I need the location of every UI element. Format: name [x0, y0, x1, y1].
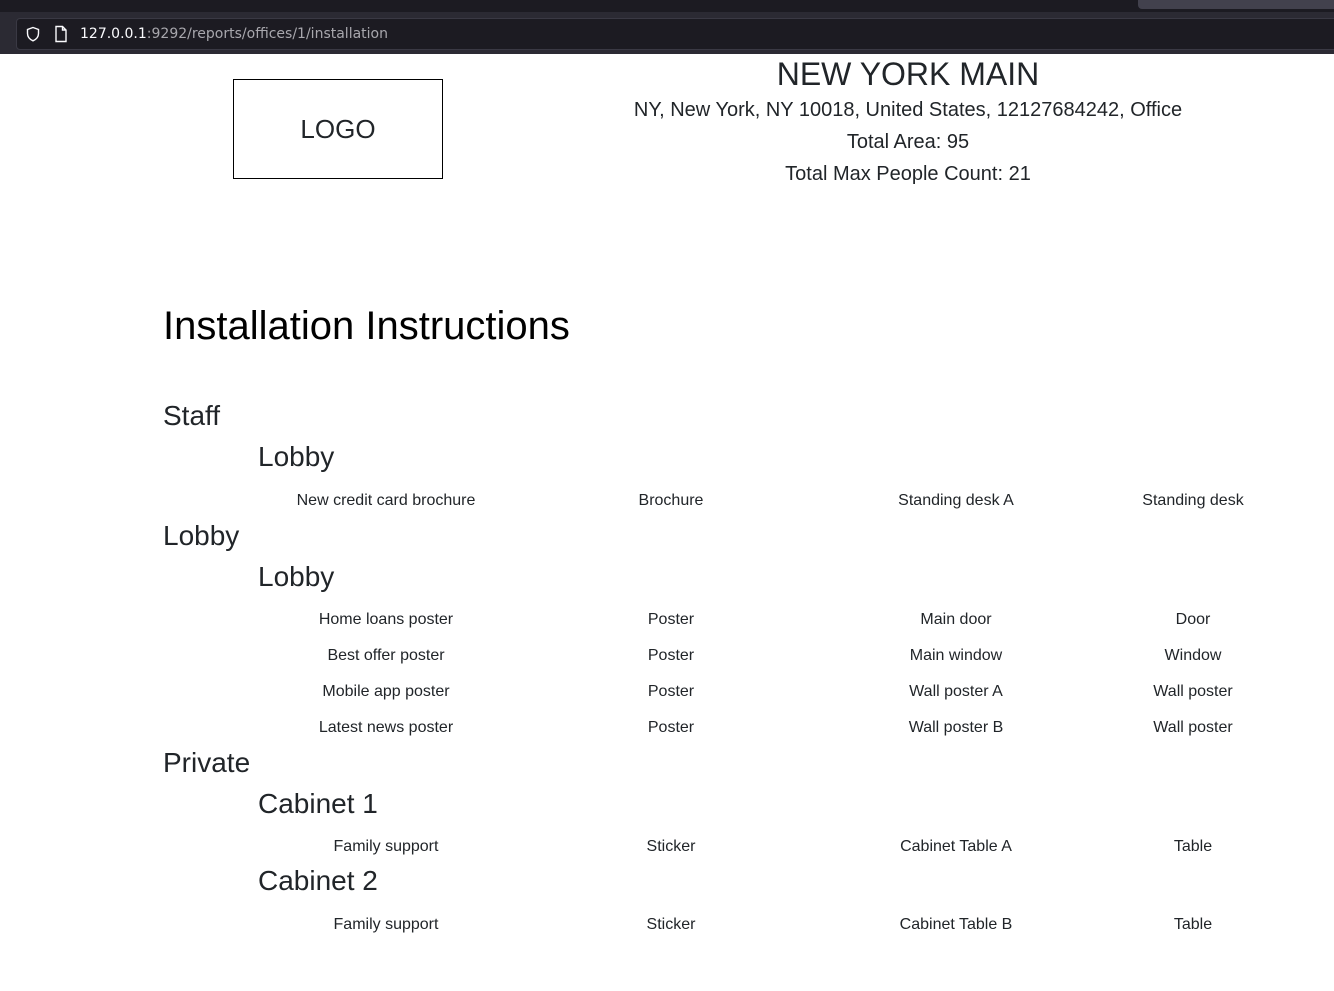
- item-location-type: Door: [1175, 611, 1211, 628]
- item-location: Wall poster B: [908, 719, 1004, 736]
- item-type: Poster: [647, 719, 695, 736]
- browser-tab[interactable]: [1138, 0, 1334, 9]
- office-info: NEW YORK MAIN NY, New York, NY 10018, Un…: [482, 54, 1334, 190]
- item-type: Sticker: [646, 916, 696, 933]
- page-icon: [55, 25, 67, 43]
- item-type: Poster: [647, 683, 695, 700]
- logo-text: LOGO: [300, 113, 376, 144]
- item-type: Brochure: [638, 492, 704, 509]
- item-location-type: Table: [1173, 916, 1213, 933]
- item-location: Standing desk A: [898, 492, 1014, 509]
- category-heading-lobby: Lobby: [163, 520, 240, 551]
- browser-titlebar: [0, 0, 1334, 12]
- total-max-people: Total Max People Count: 21: [785, 163, 1031, 185]
- item-row: Home loans poster Poster Main door Door: [0, 608, 1334, 632]
- url-text[interactable]: 127.0.0.1:9292/reports/offices/1/install…: [80, 25, 388, 43]
- item-name: Mobile app poster: [322, 683, 450, 700]
- category-heading-staff: Staff: [163, 400, 221, 431]
- room-heading-cabinet-1: Cabinet 1: [258, 788, 378, 819]
- item-type: Poster: [647, 647, 695, 664]
- item-type: Poster: [647, 611, 695, 628]
- total-area: Total Area: 95: [846, 131, 970, 153]
- page-title: Installation Instructions: [163, 304, 570, 348]
- item-name: Family support: [333, 916, 439, 933]
- item-row: Family support Sticker Cabinet Table B T…: [0, 913, 1334, 937]
- item-row: Latest news poster Poster Wall poster B …: [0, 716, 1334, 740]
- category-heading-private: Private: [163, 747, 251, 778]
- item-name: Family support: [333, 838, 439, 855]
- item-type: Sticker: [646, 838, 696, 855]
- page-content: LOGO NEW YORK MAIN NY, New York, NY 1001…: [0, 54, 1334, 991]
- room-heading-lobby: Lobby: [258, 441, 335, 472]
- shield-icon[interactable]: [25, 26, 41, 42]
- item-location: Main window: [909, 647, 1003, 664]
- item-location-type: Window: [1164, 647, 1222, 664]
- item-location-type: Wall poster: [1153, 719, 1233, 736]
- browser-toolbar: 127.0.0.1:9292/reports/offices/1/install…: [0, 12, 1334, 54]
- item-location: Wall poster A: [909, 683, 1003, 700]
- room-heading-lobby: Lobby: [258, 561, 335, 592]
- item-row: Best offer poster Poster Main window Win…: [0, 644, 1334, 668]
- room-heading-cabinet-2: Cabinet 2: [258, 865, 378, 896]
- item-location: Main door: [920, 611, 992, 628]
- item-row: Family support Sticker Cabinet Table A T…: [0, 835, 1334, 859]
- url-host: 127.0.0.1: [80, 26, 147, 42]
- address-bar[interactable]: 127.0.0.1:9292/reports/offices/1/install…: [16, 18, 1334, 50]
- item-name: Latest news poster: [318, 719, 454, 736]
- item-location-type: Wall poster: [1153, 683, 1233, 700]
- logo: LOGO: [233, 79, 443, 179]
- item-name: New credit card brochure: [296, 492, 476, 509]
- item-location-type: Table: [1173, 838, 1213, 855]
- item-location: Cabinet Table B: [899, 916, 1013, 933]
- item-location-type: Standing desk: [1142, 492, 1244, 509]
- url-path: :9292/reports/offices/1/installation: [146, 26, 388, 42]
- item-name: Home loans poster: [318, 611, 454, 628]
- office-name: NEW YORK MAIN: [776, 56, 1040, 92]
- item-name: Best offer poster: [327, 647, 445, 664]
- item-location: Cabinet Table A: [900, 838, 1012, 855]
- item-row: Mobile app poster Poster Wall poster A W…: [0, 680, 1334, 704]
- office-address: NY, New York, NY 10018, United States, 1…: [633, 99, 1183, 121]
- item-row: New credit card brochure Brochure Standi…: [0, 489, 1334, 513]
